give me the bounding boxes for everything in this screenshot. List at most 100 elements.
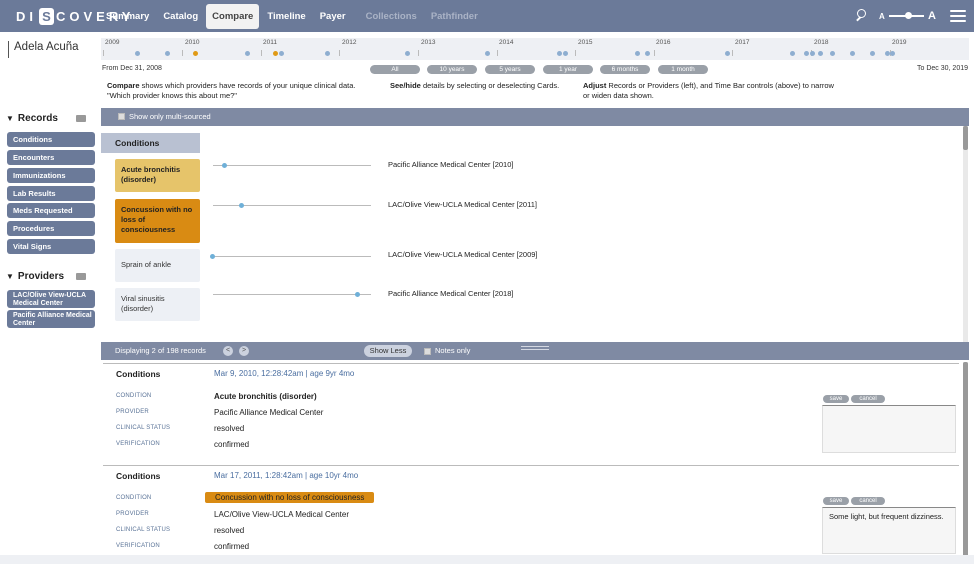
cancel-note-button[interactable]: cancel xyxy=(851,497,885,505)
panel-resize-handle[interactable] xyxy=(521,346,549,350)
record-title: Conditions xyxy=(116,369,161,379)
notes-only-toggle[interactable]: Notes only xyxy=(424,346,470,355)
note-textarea[interactable]: Some light, but frequent dizziness. xyxy=(822,507,956,554)
notes-only-checkbox[interactable] xyxy=(424,347,431,355)
record-date: Mar 9, 2010, 12:28:42am | age 9yr 4mo xyxy=(214,369,355,378)
sidebar-item-meds-requested[interactable]: Meds Requested xyxy=(7,203,95,218)
help-seehide: See/hide details by selecting or deselec… xyxy=(390,81,580,91)
field-label-clinical-status: CLINICAL STATUS xyxy=(116,425,171,431)
timeline-event-dot-selected[interactable] xyxy=(273,51,278,56)
timeline-event-dot[interactable] xyxy=(165,51,170,56)
cards-scrollbar[interactable] xyxy=(963,126,968,342)
tab-compare[interactable]: Compare xyxy=(206,4,260,29)
timeline-event-dot[interactable] xyxy=(810,51,815,56)
providers-toggle-square[interactable] xyxy=(76,273,86,280)
timeline-event-dot[interactable] xyxy=(870,51,875,56)
note-textarea[interactable] xyxy=(822,405,956,453)
hamburger-menu-icon[interactable] xyxy=(948,7,968,25)
timeline-event-dot[interactable] xyxy=(850,51,855,56)
tab-payer[interactable]: Payer xyxy=(314,4,352,29)
cancel-note-button[interactable]: cancel xyxy=(851,395,885,403)
text-size-large-label: A xyxy=(928,10,936,22)
search-icon[interactable] xyxy=(854,8,870,24)
card-acute-bronchitis[interactable]: Acute bronchitis (disorder) xyxy=(115,159,200,192)
text-size-slider[interactable]: A A xyxy=(879,8,936,24)
timeline-tick xyxy=(575,50,576,56)
sidebar-provider-lac-olive-view[interactable]: LAC/Olive View-UCLA Medical Center xyxy=(7,290,95,308)
timeline-event-dot-selected[interactable] xyxy=(193,51,198,56)
card-sprain-of-ankle[interactable]: Sprain of ankle xyxy=(115,249,200,282)
providers-section-header[interactable]: ▼ Providers xyxy=(6,271,86,282)
card-timeline-dot[interactable] xyxy=(222,163,227,168)
timeline-event-dot[interactable] xyxy=(804,51,809,56)
card-provider-label: LAC/Olive View-UCLA Medical Center [2011… xyxy=(388,200,537,209)
timeline-tick xyxy=(339,50,340,56)
records-section-header[interactable]: ▼ Records xyxy=(6,113,86,124)
range-1-year-button[interactable]: 1 year xyxy=(543,65,593,74)
sidebar-provider-pacific-alliance[interactable]: Pacific Alliance Medical Center xyxy=(7,310,95,328)
card-timeline-line xyxy=(213,165,371,166)
help-adjust: Adjust Records or Providers (left), and … xyxy=(583,81,853,101)
save-note-button[interactable]: save xyxy=(823,497,849,505)
sidebar-item-vital-signs[interactable]: Vital Signs xyxy=(7,239,95,254)
tab-timeline[interactable]: Timeline xyxy=(261,4,311,29)
range-5-years-button[interactable]: 5 years xyxy=(485,65,535,74)
time-bar[interactable]: 2009 2010 2011 2012 2013 2014 2015 2016 … xyxy=(101,38,969,60)
timeline-event-dot[interactable] xyxy=(725,51,730,56)
timeline-event-dot[interactable] xyxy=(645,51,650,56)
timeline-year: 2012 xyxy=(342,39,357,46)
timeline-event-dot[interactable] xyxy=(135,51,140,56)
records-toggle-square[interactable] xyxy=(76,115,86,122)
range-6-months-button[interactable]: 6 months xyxy=(600,65,650,74)
timeline-event-dot[interactable] xyxy=(830,51,835,56)
logo-text-left: DI xyxy=(16,9,37,24)
timeline-event-dot[interactable] xyxy=(557,51,562,56)
sidebar-item-lab-results[interactable]: Lab Results xyxy=(7,186,95,201)
timeline-event-dot[interactable] xyxy=(818,51,823,56)
card-concussion[interactable]: Concussion with no loss of consciousness xyxy=(115,199,200,243)
tab-catalog[interactable]: Catalog xyxy=(157,4,204,29)
record-divider xyxy=(103,363,959,364)
sidebar-item-encounters[interactable]: Encounters xyxy=(7,150,95,165)
timeline-event-dot[interactable] xyxy=(325,51,330,56)
tab-collections[interactable]: Collections xyxy=(360,4,423,29)
card-timeline-dot[interactable] xyxy=(210,254,215,259)
sidebar-item-conditions[interactable]: Conditions xyxy=(7,132,95,147)
timeline-tick xyxy=(497,50,498,56)
card-viral-sinusitis[interactable]: Viral sinusitis (disorder) xyxy=(115,288,200,321)
timeline-event-dot[interactable] xyxy=(405,51,410,56)
show-less-button[interactable]: Show Less xyxy=(364,345,412,357)
field-label-clinical-status: CLINICAL STATUS xyxy=(116,527,171,533)
collapse-triangle-icon[interactable]: ▼ xyxy=(6,114,14,123)
timeline-year: 2013 xyxy=(421,39,436,46)
tab-pathfinder[interactable]: Pathfinder xyxy=(425,4,484,29)
save-note-button[interactable]: save xyxy=(823,395,849,403)
card-timeline-dot[interactable] xyxy=(239,203,244,208)
timeline-event-dot[interactable] xyxy=(279,51,284,56)
tab-summary[interactable]: Summary xyxy=(100,4,155,29)
details-scrollbar-thumb[interactable] xyxy=(963,362,968,562)
details-scrollbar[interactable] xyxy=(963,362,968,562)
timeline-event-dot[interactable] xyxy=(890,51,895,56)
card-provider-label: Pacific Alliance Medical Center [2018] xyxy=(388,289,514,298)
card-timeline-dot[interactable] xyxy=(355,292,360,297)
prev-record-button[interactable]: < xyxy=(223,346,233,356)
timeline-event-dot[interactable] xyxy=(635,51,640,56)
text-size-knob[interactable] xyxy=(904,12,912,19)
timeline-event-dot[interactable] xyxy=(485,51,490,56)
timeline-event-dot[interactable] xyxy=(563,51,568,56)
timeline-event-dot[interactable] xyxy=(245,51,250,56)
multi-sourced-text: Show only multi-sourced xyxy=(129,112,211,121)
collapse-triangle-icon[interactable]: ▼ xyxy=(6,272,14,281)
text-size-track[interactable] xyxy=(888,12,925,19)
sidebar-item-procedures[interactable]: Procedures xyxy=(7,221,95,236)
next-record-button[interactable]: > xyxy=(239,346,249,356)
cards-scrollbar-thumb[interactable] xyxy=(963,126,968,150)
timeline-event-dot[interactable] xyxy=(790,51,795,56)
range-1-month-button[interactable]: 1 month xyxy=(658,65,708,74)
field-value-condition: Acute bronchitis (disorder) xyxy=(214,392,317,401)
range-10-years-button[interactable]: 10 years xyxy=(427,65,477,74)
sidebar-item-immunizations[interactable]: Immunizations xyxy=(7,168,95,183)
menu-bar xyxy=(950,20,966,22)
range-all-button[interactable]: All xyxy=(370,65,420,74)
